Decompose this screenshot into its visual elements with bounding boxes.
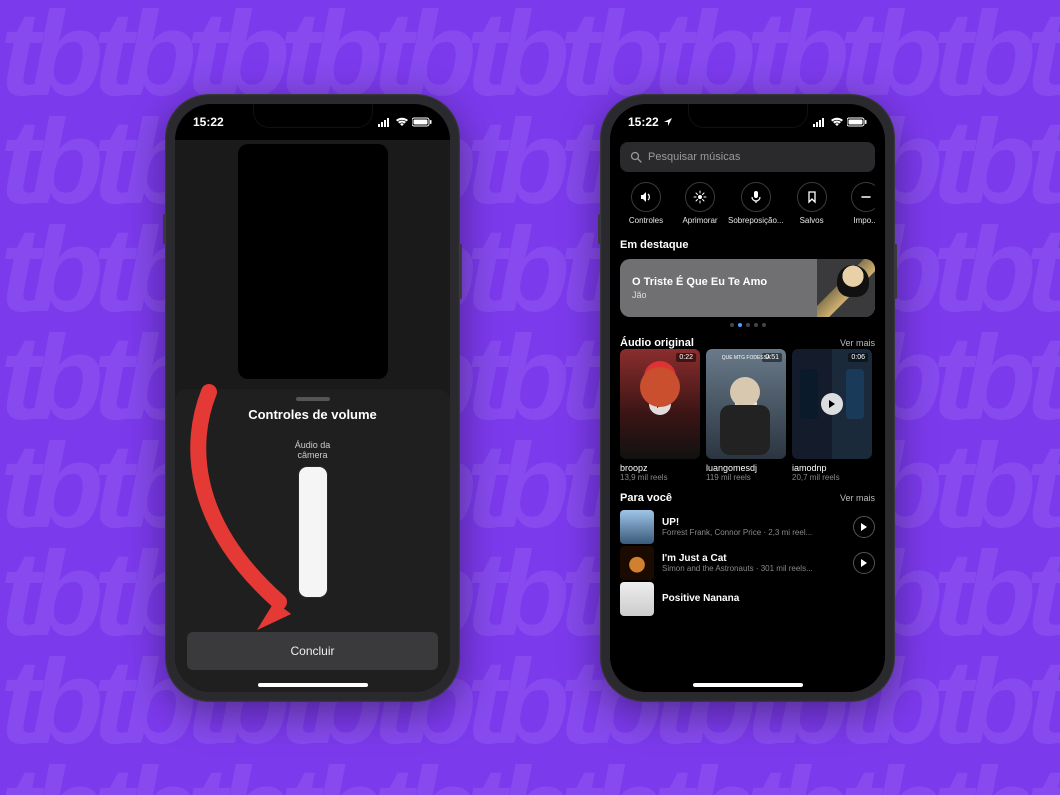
original-audio-header-row: Áudio original Ver mais [620, 337, 875, 349]
audio-toolbar: Controles Aprimorar Sobreposição... Salv… [620, 182, 875, 225]
phone-mockups-container: 15:22 ‹ Controles de volume Áudio da [0, 0, 1060, 795]
see-more-link[interactable]: Ver mais [840, 338, 875, 348]
battery-icon [847, 117, 867, 127]
dot [730, 323, 734, 327]
original-audio-row: 0:22 broopz 13,9 mil reels 0:51 QUE MTG … [620, 349, 875, 482]
camera-audio-slider[interactable] [299, 467, 327, 597]
track-row[interactable]: UP! Forrest Frank, Connor Price · 2,3 mi… [620, 510, 875, 544]
search-icon [630, 151, 642, 163]
sheet-title: Controles de volume [248, 407, 377, 422]
featured-title: O Triste É Que Eu Te Amo [632, 276, 767, 288]
play-icon [821, 393, 843, 415]
notch [253, 104, 373, 128]
track-title: UP! [662, 517, 845, 528]
for-you-tracklist: UP! Forrest Frank, Connor Price · 2,3 mi… [620, 510, 875, 616]
battery-icon [412, 117, 432, 127]
track-title: Positive Nanana [662, 593, 875, 604]
wifi-icon [395, 117, 409, 127]
play-icon [735, 393, 757, 415]
volume-sheet: Controles de volume Áudio da câmera o Co… [175, 389, 450, 692]
mic-icon [749, 190, 763, 204]
bookmark-icon [805, 190, 819, 204]
signal-icon [378, 117, 392, 127]
status-time: 15:22 [628, 115, 659, 129]
home-indicator[interactable] [258, 683, 368, 687]
track-sub: Forrest Frank, Connor Price · 2,3 mi ree… [662, 528, 845, 537]
original-audio-thumb[interactable]: 0:06 [792, 349, 872, 459]
music-search-screen: Pesquisar músicas Controles Aprimorar So… [610, 140, 885, 692]
dot-active [738, 323, 742, 327]
phone-right-screen: 15:22 Pesquisar músicas Contr [610, 104, 885, 692]
phone-left-screen: 15:22 ‹ Controles de volume Áudio da [175, 104, 450, 692]
signal-icon [813, 117, 827, 127]
track-row[interactable]: Positive Nanana [620, 582, 875, 616]
video-preview [238, 144, 388, 379]
speaker-icon [639, 190, 653, 204]
tool-import[interactable]: Impo... [840, 182, 875, 225]
tool-controls[interactable]: Controles [620, 182, 672, 225]
status-right-icons [378, 117, 432, 127]
track-art [620, 582, 654, 616]
carousel-dots[interactable] [620, 323, 875, 327]
slider-label: Áudio da câmera [295, 440, 331, 462]
location-icon [663, 117, 673, 127]
home-indicator[interactable] [693, 683, 803, 687]
tool-enhance[interactable]: Aprimorar [674, 182, 726, 225]
notch [688, 104, 808, 128]
volume-controls-screen: ‹ Controles de volume Áudio da câmera o … [175, 140, 450, 692]
thumb-name: iamodnp [792, 463, 872, 473]
featured-card[interactable]: O Triste É Que Eu Te Amo Jão [620, 259, 875, 317]
for-you-header: Para você [620, 492, 672, 504]
duration-badge: 0:06 [848, 353, 868, 362]
featured-header: Em destaque [620, 239, 875, 251]
play-icon [649, 393, 671, 415]
minus-icon [859, 190, 873, 204]
dot [762, 323, 766, 327]
track-art [620, 546, 654, 580]
thumb-sub: 20,7 mil reels [792, 473, 872, 482]
dot [754, 323, 758, 327]
play-icon [860, 523, 868, 531]
done-button[interactable]: Concluir [187, 632, 438, 670]
featured-artist: Jão [632, 290, 767, 300]
thumb-sub: 119 mil reels [706, 473, 786, 482]
status-time: 15:22 [193, 115, 224, 129]
sheet-grabber[interactable] [296, 397, 330, 401]
search-input[interactable]: Pesquisar músicas [620, 142, 875, 172]
track-play-button[interactable] [853, 552, 875, 574]
dot [746, 323, 750, 327]
thumb-caption: QUE MTG FODESSA [706, 355, 786, 361]
track-art [620, 510, 654, 544]
phone-right: 15:22 Pesquisar músicas Contr [600, 94, 895, 702]
track-sub: Simon and the Astronauts · 301 mil reels… [662, 564, 845, 573]
see-more-link[interactable]: Ver mais [840, 493, 875, 503]
thumb-name: luangomesdj [706, 463, 786, 473]
sparkle-icon [693, 190, 707, 204]
tool-saved[interactable]: Salvos [786, 182, 838, 225]
track-title: I'm Just a Cat [662, 553, 845, 564]
search-placeholder: Pesquisar músicas [648, 151, 740, 163]
original-audio-thumb[interactable]: 0:51 QUE MTG FODESSA [706, 349, 786, 459]
track-play-button[interactable] [853, 516, 875, 538]
status-right-icons [813, 117, 867, 127]
original-audio-thumb[interactable]: 0:22 [620, 349, 700, 459]
phone-left: 15:22 ‹ Controles de volume Áudio da [165, 94, 460, 702]
thumb-sub: 13,9 mil reels [620, 473, 700, 482]
camera-audio-slider-group: Áudio da câmera o [295, 440, 331, 598]
track-row[interactable]: I'm Just a Cat Simon and the Astronauts … [620, 546, 875, 580]
thumb-name: broopz [620, 463, 700, 473]
featured-image [817, 259, 875, 317]
play-icon [860, 559, 868, 567]
original-audio-header: Áudio original [620, 337, 694, 349]
tool-voiceover[interactable]: Sobreposição... [728, 182, 784, 225]
for-you-header-row: Para você Ver mais [620, 492, 875, 504]
wifi-icon [830, 117, 844, 127]
duration-badge: 0:22 [676, 353, 696, 362]
